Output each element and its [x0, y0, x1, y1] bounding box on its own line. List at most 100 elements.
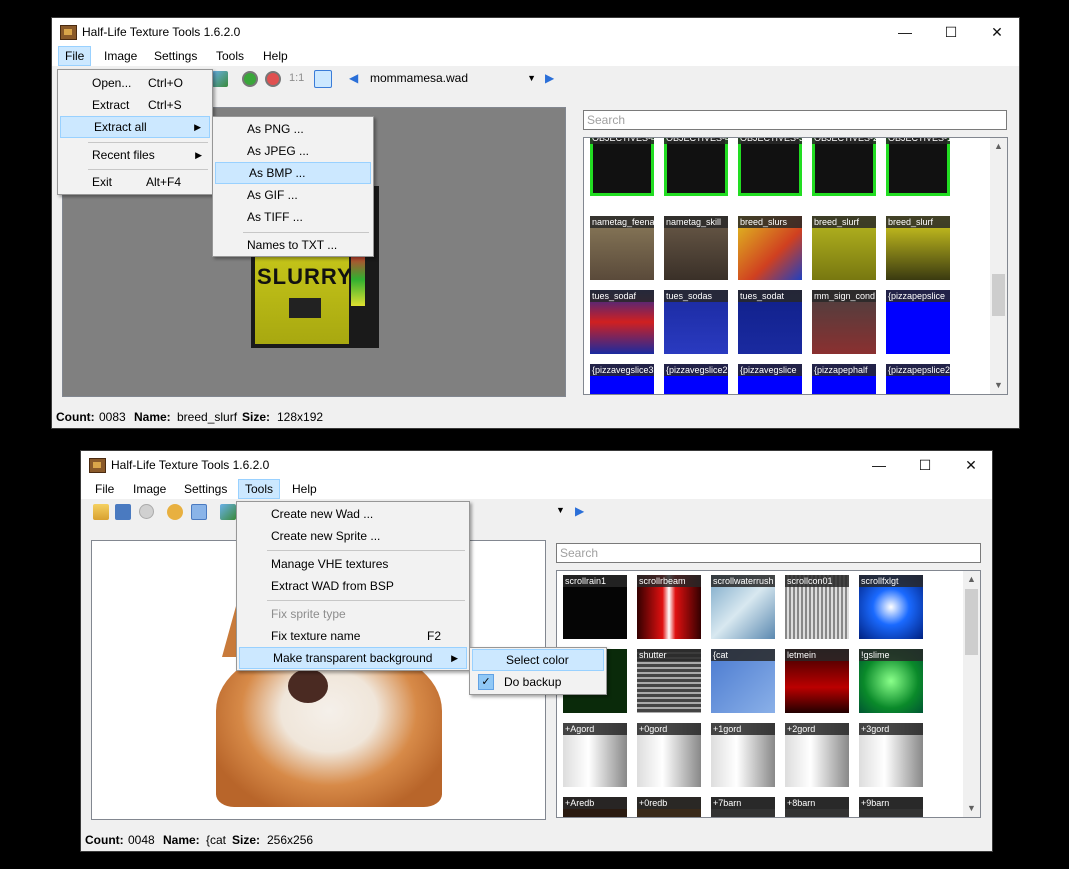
menu-item-as-bmp[interactable]: As BMP ... — [215, 162, 371, 184]
menu-item-do-backup[interactable]: ✓ Do backup — [472, 671, 604, 693]
texture-thumbnail[interactable]: nametag_skill — [664, 216, 728, 280]
texture-thumbnail[interactable]: shutter — [637, 649, 701, 713]
open-folder-icon[interactable] — [93, 504, 109, 520]
maximize-button[interactable]: ☐ — [928, 18, 974, 46]
texture-thumbnail[interactable]: +Aredb — [563, 797, 627, 817]
texture-thumbnail[interactable]: +3gord — [859, 723, 923, 787]
scroll-down-icon[interactable]: ▼ — [990, 377, 1007, 394]
scroll-thumb[interactable] — [965, 589, 978, 655]
menu-item-extract[interactable]: Extract Ctrl+S — [60, 94, 210, 116]
texture-thumbnail[interactable]: {cat — [711, 649, 775, 713]
texture-thumbnail[interactable]: scrollrbeam — [637, 575, 701, 639]
scroll-up-icon[interactable]: ▲ — [963, 571, 980, 588]
texture-thumbnail[interactable]: +Agord — [563, 723, 627, 787]
menu-tools[interactable]: Tools — [238, 479, 281, 499]
texture-thumbnail[interactable]: +9barn — [859, 797, 923, 817]
texture-thumbnail[interactable]: +2gord — [785, 723, 849, 787]
texture-thumbnail[interactable]: OBJECTIVES-4 — [664, 138, 728, 196]
scroll-thumb[interactable] — [992, 274, 1005, 316]
search-input[interactable]: Search — [583, 110, 1007, 130]
menu-image[interactable]: Image — [127, 480, 172, 498]
menu-item-names-to-txt[interactable]: Names to TXT ... — [215, 234, 371, 256]
menu-item-create-new-wad[interactable]: Create new Wad ... — [239, 503, 467, 525]
next-arrow-icon[interactable]: ▶ — [545, 71, 554, 85]
vertical-scrollbar[interactable]: ▲ ▼ — [990, 138, 1007, 394]
menu-help[interactable]: Help — [257, 47, 294, 65]
texture-thumbnail[interactable]: +0gord — [637, 723, 701, 787]
title-bar[interactable]: Half-Life Texture Tools 1.6.2.0 — ☐ ✕ — [81, 451, 992, 479]
zoom-in-icon[interactable] — [242, 71, 258, 87]
texture-thumbnail[interactable]: tues_sodaf — [590, 290, 654, 354]
texture-thumbnail[interactable]: breed_slurf — [886, 216, 950, 280]
menu-item-create-new-sprite[interactable]: Create new Sprite ... — [239, 525, 467, 547]
menu-item-open[interactable]: Open... Ctrl+O — [60, 72, 210, 94]
menu-settings[interactable]: Settings — [178, 480, 233, 498]
menu-item-as-gif[interactable]: As GIF ... — [215, 184, 371, 206]
minimize-button[interactable]: — — [856, 451, 902, 479]
menu-item-manage-vhe-textures[interactable]: Manage VHE textures — [239, 553, 467, 575]
menu-image[interactable]: Image — [98, 47, 143, 65]
grid-view-icon[interactable] — [314, 70, 332, 88]
maximize-button[interactable]: ☐ — [902, 451, 948, 479]
texture-thumbnail[interactable]: +0redb — [637, 797, 701, 817]
texture-thumbnail[interactable]: +8barn — [785, 797, 849, 817]
mountain-icon[interactable] — [212, 71, 228, 87]
scroll-down-icon[interactable]: ▼ — [963, 800, 980, 817]
vertical-scrollbar[interactable]: ▲ ▼ — [963, 571, 980, 817]
menu-item-extract-all[interactable]: Extract all ▶ — [60, 116, 210, 138]
texture-thumbnail[interactable]: OBJECTIVES-2 — [812, 138, 876, 196]
texture-thumbnail[interactable]: tues_sodas — [664, 290, 728, 354]
copy-icon[interactable] — [191, 504, 207, 520]
previous-arrow-icon[interactable]: ◀ — [349, 71, 358, 85]
menu-item-select-color[interactable]: Select color — [472, 649, 604, 671]
search-input[interactable]: Search — [556, 543, 981, 563]
texture-thumbnail[interactable]: OBJECTIVES-4 — [590, 138, 654, 196]
sprite-icon[interactable] — [167, 504, 183, 520]
texture-thumbnail[interactable]: OBJECTIVES-1 — [886, 138, 950, 196]
menu-item-recent-files[interactable]: Recent files ▶ — [60, 144, 210, 166]
texture-thumbnail[interactable]: {pizzapepslice2 — [886, 364, 950, 394]
menu-item-exit[interactable]: Exit Alt+F4 — [60, 171, 210, 193]
texture-thumbnail[interactable]: {pizzapephalf — [812, 364, 876, 394]
mountain-icon[interactable] — [220, 504, 236, 520]
texture-thumbnail[interactable]: mm_sign_cond — [812, 290, 876, 354]
texture-thumbnail[interactable]: scrollrain1 — [563, 575, 627, 639]
zoom-out-icon[interactable] — [265, 71, 281, 87]
play-icon[interactable] — [139, 504, 154, 519]
texture-thumbnail[interactable]: !gslime — [859, 649, 923, 713]
wad-file-select[interactable]: mommamesa.wad ▼ — [365, 69, 540, 89]
close-button[interactable]: ✕ — [948, 451, 992, 479]
menu-file[interactable]: File — [58, 46, 92, 66]
menu-item-as-png[interactable]: As PNG ... — [215, 118, 371, 140]
texture-thumbnail[interactable]: {pizzavegslice2 — [664, 364, 728, 394]
next-arrow-icon[interactable]: ▶ — [575, 504, 584, 518]
texture-thumbnail[interactable]: breed_slurf — [812, 216, 876, 280]
menu-settings[interactable]: Settings — [148, 47, 203, 65]
chevron-down-icon[interactable]: ▼ — [556, 505, 565, 515]
close-button[interactable]: ✕ — [974, 18, 1019, 46]
minimize-button[interactable]: — — [882, 18, 928, 46]
menu-file[interactable]: File — [89, 480, 120, 498]
menu-item-extract-wad-from-bsp[interactable]: Extract WAD from BSP — [239, 575, 467, 597]
texture-thumbnail[interactable]: OBJECTIVES-3 — [738, 138, 802, 196]
texture-thumbnail[interactable]: {pizzavegslice3 — [590, 364, 654, 394]
texture-thumbnail[interactable]: scrollfxlgt — [859, 575, 923, 639]
menu-item-fix-texture-name[interactable]: Fix texture name F2 — [239, 625, 467, 647]
scroll-up-icon[interactable]: ▲ — [990, 138, 1007, 155]
texture-thumbnail[interactable]: breed_slurs — [738, 216, 802, 280]
title-bar[interactable]: Half-Life Texture Tools 1.6.2.0 — ☐ ✕ — [52, 18, 1019, 46]
texture-thumbnail[interactable]: scrollcon01 — [785, 575, 849, 639]
menu-item-as-tiff[interactable]: As TIFF ... — [215, 206, 371, 228]
texture-thumbnail[interactable]: {pizzapepslice — [886, 290, 950, 354]
menu-help[interactable]: Help — [286, 480, 323, 498]
texture-thumbnail[interactable]: +7barn — [711, 797, 775, 817]
texture-thumbnail[interactable]: tues_sodat — [738, 290, 802, 354]
texture-thumbnail[interactable]: nametag_feena — [590, 216, 654, 280]
texture-thumbnail[interactable]: scrollwaterrush — [711, 575, 775, 639]
save-icon[interactable] — [115, 504, 131, 520]
texture-thumbnail[interactable]: {pizzavegslice — [738, 364, 802, 394]
texture-thumbnail[interactable]: +1gord — [711, 723, 775, 787]
menu-item-make-transparent-background[interactable]: Make transparent background ▶ — [239, 647, 467, 669]
menu-tools[interactable]: Tools — [210, 47, 250, 65]
zoom-label[interactable]: 1:1 — [289, 72, 304, 84]
